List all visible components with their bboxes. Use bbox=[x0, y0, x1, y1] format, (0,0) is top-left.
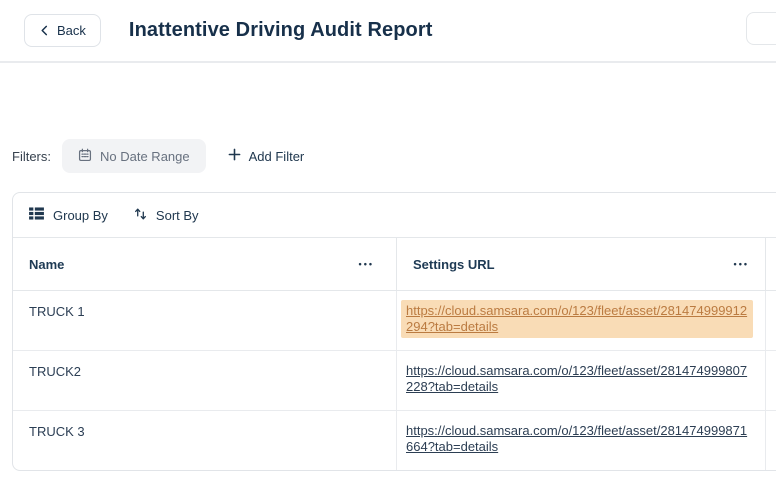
chevron-left-icon bbox=[39, 25, 50, 36]
stub-cell bbox=[766, 411, 776, 470]
group-by-label: Group By bbox=[53, 207, 108, 223]
column-header-name: Name ••• bbox=[13, 238, 397, 290]
settings-url-cell: https://cloud.samsara.com/o/123/fleet/as… bbox=[397, 291, 766, 350]
settings-url-cell: https://cloud.samsara.com/o/123/fleet/as… bbox=[397, 411, 766, 470]
sort-arrows-icon bbox=[134, 207, 147, 224]
app-header: Back Inattentive Driving Audit Report bbox=[0, 0, 776, 63]
settings-url-link[interactable]: https://cloud.samsara.com/o/123/fleet/as… bbox=[401, 360, 753, 398]
table-toolbar: Group By Sort By bbox=[13, 193, 776, 238]
header-action-button-partial[interactable] bbox=[746, 12, 776, 45]
sort-by-label: Sort By bbox=[155, 207, 199, 223]
page-title: Inattentive Driving Audit Report bbox=[128, 19, 433, 41]
date-range-filter-button[interactable]: No Date Range bbox=[62, 139, 206, 173]
settings-url-link[interactable]: https://cloud.samsara.com/o/123/fleet/as… bbox=[401, 420, 753, 458]
back-button[interactable]: Back bbox=[24, 14, 101, 47]
column-header-stub bbox=[766, 238, 776, 290]
add-filter-button[interactable]: Add Filter bbox=[220, 139, 313, 173]
filters-bar: Filters: No Date Range Add Filter bbox=[12, 139, 776, 173]
sort-by-button[interactable]: Sort By bbox=[134, 207, 199, 224]
plus-icon bbox=[228, 148, 241, 164]
asset-name-cell: TRUCK 3 bbox=[13, 411, 397, 470]
column-header-settings-url-label: Settings URL bbox=[413, 256, 495, 272]
calendar-icon bbox=[78, 148, 92, 165]
filters-label: Filters: bbox=[12, 148, 51, 164]
column-menu-icon[interactable]: ••• bbox=[355, 256, 374, 273]
column-header-settings-url: Settings URL ••• bbox=[397, 238, 766, 290]
report-table-card: Group By Sort By Name ••• Settings URL •… bbox=[12, 192, 776, 471]
asset-name-cell: TRUCK2 bbox=[13, 351, 397, 410]
table-row: TRUCK 3 https://cloud.samsara.com/o/123/… bbox=[13, 411, 776, 470]
asset-name-cell: TRUCK 1 bbox=[13, 291, 397, 350]
column-header-name-label: Name bbox=[29, 256, 65, 272]
table-row: TRUCK2 https://cloud.samsara.com/o/123/f… bbox=[13, 351, 776, 411]
stub-cell bbox=[766, 291, 776, 350]
add-filter-label: Add Filter bbox=[248, 148, 305, 164]
settings-url-link[interactable]: https://cloud.samsara.com/o/123/fleet/as… bbox=[401, 300, 753, 338]
group-by-grid-icon bbox=[29, 207, 44, 223]
date-range-filter-label: No Date Range bbox=[100, 148, 190, 164]
back-button-label: Back bbox=[57, 23, 86, 38]
table-row: TRUCK 1 https://cloud.samsara.com/o/123/… bbox=[13, 291, 776, 351]
settings-url-cell: https://cloud.samsara.com/o/123/fleet/as… bbox=[397, 351, 766, 410]
column-menu-icon[interactable]: ••• bbox=[730, 256, 749, 273]
stub-cell bbox=[766, 351, 776, 410]
table-header-row: Name ••• Settings URL ••• bbox=[13, 238, 776, 291]
group-by-button[interactable]: Group By bbox=[29, 207, 108, 223]
